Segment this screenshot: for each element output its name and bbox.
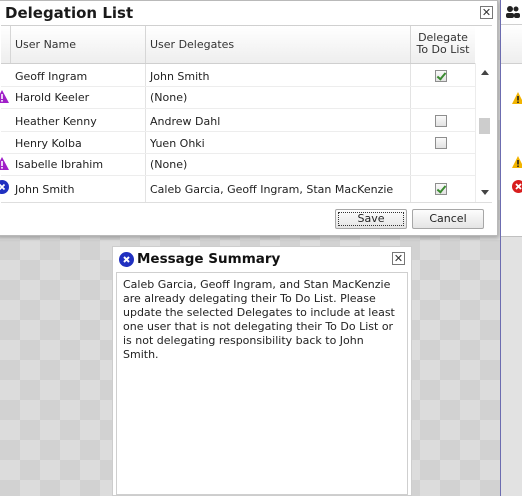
cell-user-delegates: Caleb Garcia, Geoff Ingram, Stan MacKenz… <box>150 183 394 196</box>
warning-icon <box>0 157 9 170</box>
error-icon <box>512 180 522 193</box>
delegation-list-dialog: Delegation List ✕ User Name User Delegat… <box>0 0 498 236</box>
scroll-down-icon[interactable] <box>481 190 489 195</box>
header-user-name[interactable]: User Name <box>15 38 76 51</box>
divider <box>1 202 492 203</box>
message-summary-title: Message Summary <box>137 251 281 267</box>
close-message-button[interactable]: ✕ <box>392 252 405 265</box>
header-separator <box>10 26 11 63</box>
delegate-todo-checkbox[interactable] <box>435 70 447 82</box>
cell-user-delegates: John Smith <box>150 70 210 83</box>
cell-user-name: Heather Kenny <box>15 115 97 128</box>
header-delegate-todo[interactable]: Delegate To Do List <box>411 32 475 56</box>
warning-icon <box>0 90 9 103</box>
message-summary-dialog: Message Summary ✕ Caleb Garcia, Geoff In… <box>112 246 412 496</box>
adjacent-panel-content <box>501 0 522 237</box>
close-icon: ✕ <box>393 252 404 265</box>
adjacent-header <box>501 24 522 64</box>
cell-user-delegates: Andrew Dahl <box>150 115 221 128</box>
header-user-delegates[interactable]: User Delegates <box>150 38 234 51</box>
table-row[interactable]: Heather Kenny Andrew Dahl <box>1 108 475 132</box>
cancel-button-label: Cancel <box>429 212 467 225</box>
table-row[interactable]: Harold Keeler (None) <box>0 86 475 109</box>
cell-user-delegates: (None) <box>150 158 188 171</box>
cell-user-name: Geoff Ingram <box>15 70 88 83</box>
error-icon <box>119 252 134 267</box>
cell-user-name: Henry Kolba <box>15 137 82 150</box>
adjacent-panel <box>500 0 522 496</box>
grid-header: User Name User Delegates Delegate To Do … <box>1 26 475 64</box>
delegate-todo-checkbox[interactable] <box>435 183 447 195</box>
users-icon <box>506 6 520 18</box>
header-delegate-line2: To Do List <box>416 43 470 56</box>
save-button[interactable]: Save <box>335 209 407 229</box>
vertical-scrollbar[interactable] <box>475 63 493 202</box>
warning-icon <box>512 156 522 168</box>
cell-user-delegates: Yuen Ohki <box>150 137 205 150</box>
delegation-grid: User Name User Delegates Delegate To Do … <box>0 25 493 202</box>
close-dialog-button[interactable]: ✕ <box>480 6 493 19</box>
cell-user-name: John Smith <box>15 183 75 196</box>
table-row[interactable]: Henry Kolba Yuen Ohki <box>1 131 475 154</box>
warning-icon <box>512 92 522 104</box>
delegate-todo-checkbox[interactable] <box>435 137 447 149</box>
cancel-button[interactable]: Cancel <box>412 209 484 229</box>
scroll-thumb[interactable] <box>479 118 490 134</box>
scroll-up-icon[interactable] <box>481 70 489 75</box>
delegate-todo-checkbox[interactable] <box>435 115 447 127</box>
save-button-label: Save <box>357 212 385 225</box>
close-icon: ✕ <box>481 6 492 19</box>
cell-user-name: Isabelle Ibrahim <box>15 158 104 171</box>
cell-user-delegates: (None) <box>150 91 188 104</box>
header-separator <box>145 26 146 63</box>
table-row[interactable]: John Smith Caleb Garcia, Geoff Ingram, S… <box>0 175 475 201</box>
message-summary-body: Caleb Garcia, Geoff Ingram, and Stan Mac… <box>116 272 408 495</box>
error-icon <box>0 180 9 194</box>
table-row[interactable]: Geoff Ingram John Smith <box>1 64 475 87</box>
table-row[interactable]: Isabelle Ibrahim (None) <box>0 153 475 176</box>
cell-user-name: Harold Keeler <box>15 91 90 104</box>
dialog-title: Delegation List <box>5 4 134 22</box>
